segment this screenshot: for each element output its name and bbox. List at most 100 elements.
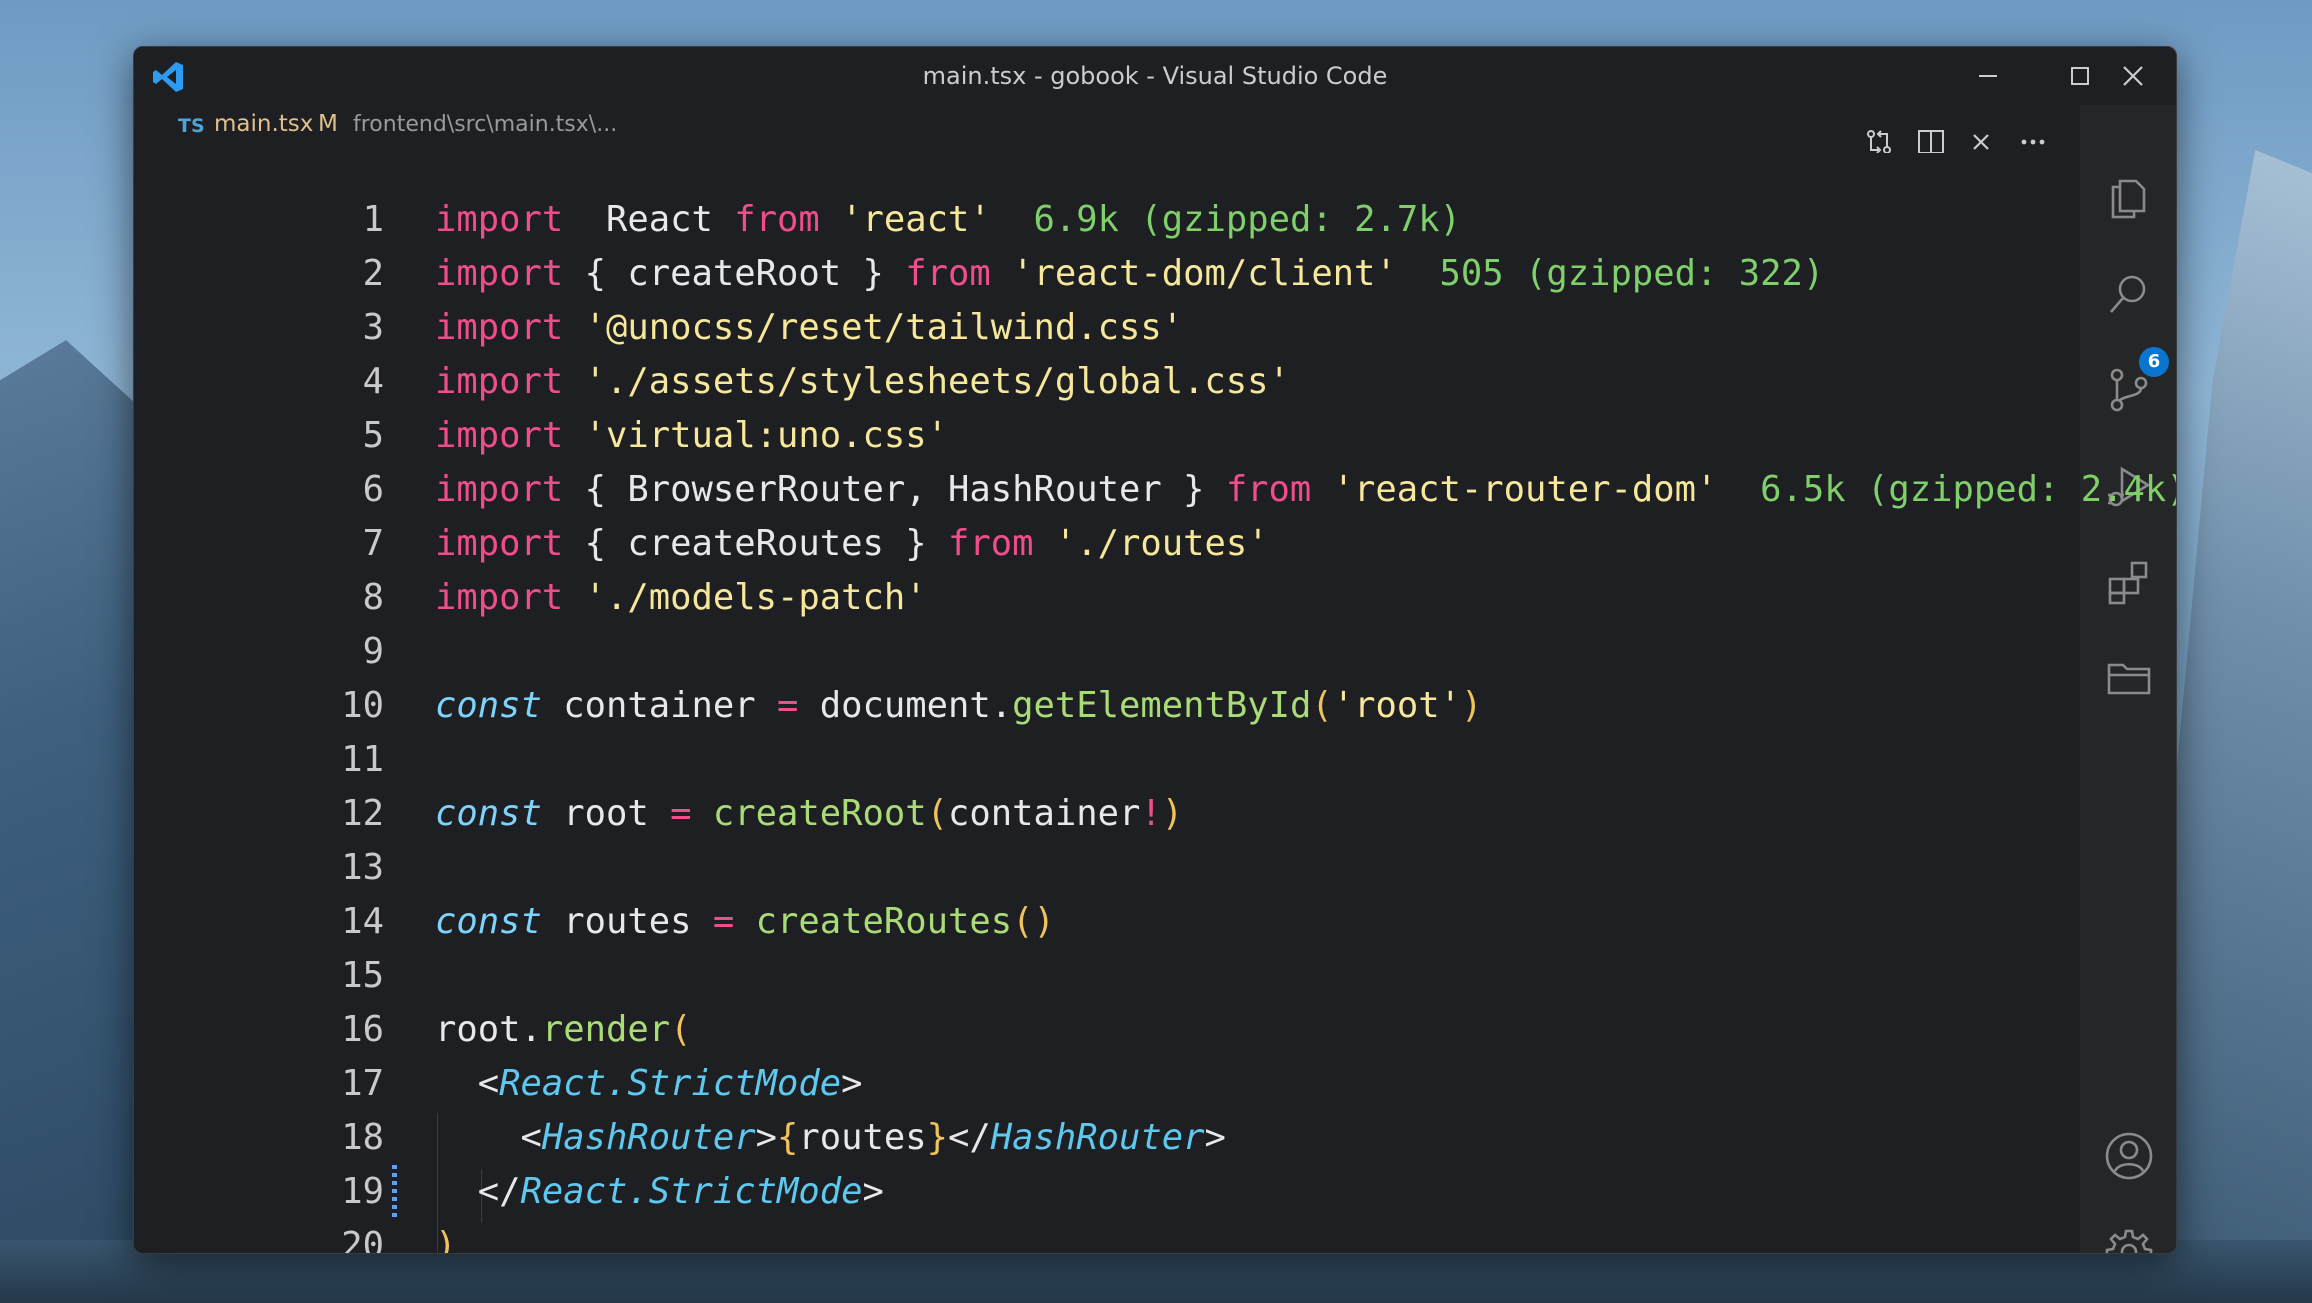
code-token: 'root' — [1332, 685, 1461, 726]
code-token: const — [435, 793, 542, 834]
folder-icon[interactable] — [2104, 653, 2154, 703]
minimize-button[interactable] — [1942, 47, 2034, 105]
title-bar: main.tsx - gobook - Visual Studio Code — [134, 47, 2176, 105]
code-line[interactable]: 2 import { createRoot } from 'react-dom/c… — [134, 247, 2074, 301]
code-token: import — [435, 199, 564, 240]
code-text: import './assets/stylesheets/global.css' — [435, 355, 1290, 409]
code-token: render — [541, 1009, 671, 1050]
code-token: './assets/stylesheets/global.css' — [584, 361, 1290, 402]
code-token: from — [947, 523, 1034, 564]
code-token: import — [435, 415, 564, 456]
code-line[interactable]: 12 const root = createRoot(container!) — [134, 787, 2074, 841]
code-line[interactable]: 19 </React.StrictMode> — [134, 1165, 2074, 1219]
code-token: createRoutes — [755, 901, 1013, 942]
code-line[interactable]: 8 import './models-patch' — [134, 571, 2074, 625]
code-token: import — [435, 361, 564, 402]
code-token: 'react-router-dom' — [1332, 469, 1718, 510]
code-token: ) — [435, 1225, 457, 1254]
code-token: './models-patch' — [584, 577, 927, 618]
code-token: import — [435, 577, 564, 618]
code-text: </React.StrictMode> — [435, 1165, 884, 1219]
code-token: < — [435, 1063, 500, 1104]
import-cost-hint: 6.5k (gzipped: 2.4k) — [1738, 469, 2177, 510]
code-line[interactable]: 13 — [134, 841, 2074, 895]
code-token: HashRouter — [541, 1117, 756, 1158]
settings-gear-icon[interactable] — [2104, 1227, 2154, 1253]
line-number: 14 — [341, 901, 384, 942]
code-token: > — [862, 1171, 884, 1212]
code-token: () — [1012, 901, 1055, 942]
code-line[interactable]: 11 — [134, 733, 2074, 787]
code-token: import — [435, 523, 564, 564]
code-line[interactable]: 1 import React from 'react' 6.9k (gzipped… — [134, 193, 2074, 247]
vscode-window: main.tsx - gobook - Visual Studio Code T… — [133, 46, 2177, 1254]
code-text: root.render( — [435, 1003, 692, 1057]
code-line[interactable]: 20) — [134, 1219, 2074, 1254]
code-token: getElementById — [1012, 685, 1312, 726]
code-line[interactable]: 5 import 'virtual:uno.css' — [134, 409, 2074, 463]
line-number: 17 — [341, 1063, 384, 1104]
typescript-file-icon: TS — [178, 115, 205, 137]
code-text: const routes = createRoutes() — [435, 895, 1055, 949]
code-token: { — [776, 1117, 799, 1158]
code-token: 'react-dom/client' — [1012, 253, 1397, 294]
account-icon[interactable] — [2104, 1131, 2154, 1181]
code-line[interactable]: 15 — [134, 949, 2074, 1003]
code-token: React.StrictMode — [499, 1063, 842, 1104]
code-token: { createRoutes } — [563, 523, 948, 564]
code-token: container — [541, 685, 777, 726]
line-number: 11 — [341, 739, 384, 780]
code-line[interactable]: 17 <React.StrictMode> — [134, 1057, 2074, 1111]
code-line[interactable]: 10 const container = document.getElementB… — [134, 679, 2074, 733]
explorer-icon[interactable] — [2104, 173, 2154, 223]
line-number: 1 — [362, 199, 384, 240]
code-line[interactable]: 9 — [134, 625, 2074, 679]
line-number: 5 — [362, 415, 384, 456]
code-token: import — [435, 307, 564, 348]
code-token: } — [926, 1117, 948, 1158]
extensions-icon[interactable] — [2104, 557, 2154, 607]
import-cost-hint: 6.9k (gzipped: 2.7k) — [1012, 199, 1461, 240]
line-number: 8 — [362, 577, 384, 618]
tab-main-tsx[interactable]: main.tsx — [214, 111, 313, 137]
code-token: routes — [541, 901, 713, 942]
git-modified-gutter-marker[interactable] — [392, 1165, 397, 1217]
code-line[interactable]: 14 const routes = createRoutes() — [134, 895, 2074, 949]
code-token: from — [905, 253, 991, 294]
line-number: 15 — [341, 955, 384, 996]
code-editor[interactable]: 1 import React from 'react' 6.9k (gzipped… — [134, 153, 2176, 1254]
code-token: createRoot — [712, 793, 927, 834]
code-token: './routes' — [1054, 523, 1269, 564]
tab-file-path: frontend\src\main.tsx\... — [353, 112, 618, 137]
search-icon[interactable] — [2104, 269, 2154, 319]
scm-changes-badge: 6 — [2139, 347, 2169, 377]
code-token: from — [734, 199, 820, 240]
code-token: > — [1204, 1117, 1226, 1158]
code-line[interactable]: 4 import './assets/stylesheets/global.css… — [134, 355, 2074, 409]
code-text: import { createRoutes } from './routes' — [435, 517, 1269, 571]
close-window-button[interactable] — [2090, 47, 2176, 105]
code-token: import — [435, 469, 564, 510]
code-token: = — [712, 901, 735, 942]
code-token: ) — [1161, 793, 1184, 834]
code-line[interactable]: 6 import { BrowserRouter, HashRouter } fr… — [134, 463, 2176, 517]
code-line[interactable]: 18 <HashRouter>{routes}</HashRouter> — [134, 1111, 2074, 1165]
code-line[interactable]: 3 import '@unocss/reset/tailwind.css' — [134, 301, 2074, 355]
line-number: 16 — [341, 1009, 384, 1050]
code-line[interactable]: 7 import { createRoutes } from './routes' — [134, 517, 2074, 571]
code-token: { createRoot } — [563, 253, 906, 294]
code-token: ( — [1311, 685, 1333, 726]
line-number: 13 — [341, 847, 384, 888]
code-token: root — [541, 793, 671, 834]
code-text: import 'virtual:uno.css' — [435, 409, 948, 463]
code-token: </ — [947, 1117, 991, 1158]
code-token: 'virtual:uno.css' — [584, 415, 948, 456]
code-line[interactable]: 16 root.render( — [134, 1003, 2074, 1057]
line-number: 4 — [362, 361, 384, 402]
